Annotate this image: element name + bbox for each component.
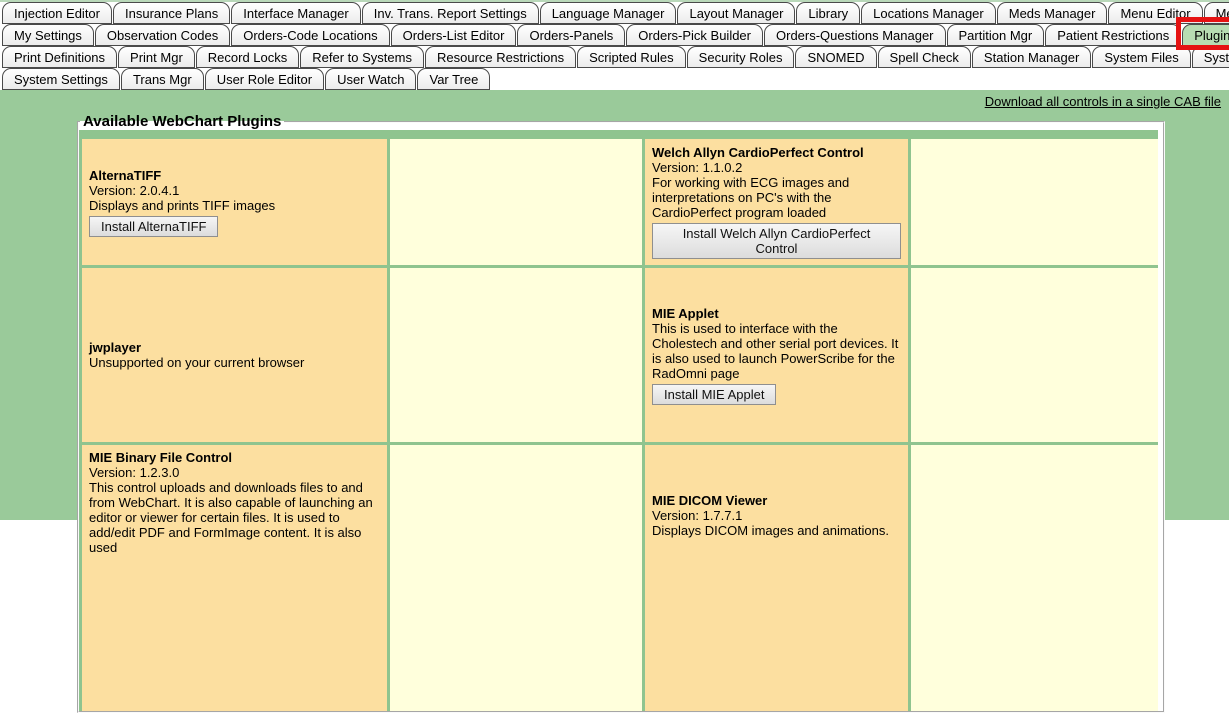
tab-orders-code-locations[interactable]: Orders-Code Locations bbox=[231, 24, 389, 46]
plugin-cell-mie-applet: MIE AppletThis is used to interface with… bbox=[645, 268, 908, 442]
content-area: Download all controls in a single CAB fi… bbox=[0, 90, 1229, 520]
tab-system-report[interactable]: System Report bbox=[1192, 46, 1229, 68]
empty-cell bbox=[390, 139, 642, 265]
plugins-legend: Available WebChart Plugins bbox=[80, 113, 284, 130]
tab-injection-editor[interactable]: Injection Editor bbox=[2, 2, 112, 24]
plugin-name: MIE Binary File Control bbox=[89, 450, 380, 465]
tab-layout-manager[interactable]: Layout Manager bbox=[677, 2, 795, 24]
install-button-welch-allyn-cardioperfect-control[interactable]: Install Welch Allyn CardioPerfect Contro… bbox=[652, 223, 901, 259]
plugin-cell-welch-allyn-cardioperfect-control: Welch Allyn CardioPerfect ControlVersion… bbox=[645, 139, 908, 265]
tab-user-watch[interactable]: User Watch bbox=[325, 68, 416, 90]
empty-cell bbox=[911, 268, 1158, 442]
tab-bar: Injection EditorInsurance PlansInterface… bbox=[0, 2, 1229, 90]
tab-scripted-rules[interactable]: Scripted Rules bbox=[577, 46, 686, 68]
plugin-name: jwplayer bbox=[89, 340, 380, 355]
plugin-name: MIE Applet bbox=[652, 306, 901, 321]
tab-orders-panels[interactable]: Orders-Panels bbox=[517, 24, 625, 46]
plugin-cell-mie-binary-file-control: MIE Binary File ControlVersion: 1.2.3.0T… bbox=[82, 445, 387, 713]
tab-snomed[interactable]: SNOMED bbox=[795, 46, 876, 68]
tab-row-3: Print DefinitionsPrint MgrRecord LocksRe… bbox=[2, 46, 1229, 68]
tab-resource-restrictions[interactable]: Resource Restrictions bbox=[425, 46, 576, 68]
tab-orders-questions-manager[interactable]: Orders-Questions Manager bbox=[764, 24, 946, 46]
tab-security-roles[interactable]: Security Roles bbox=[687, 46, 795, 68]
plugin-name: AlternaTIFF bbox=[89, 168, 380, 183]
plugin-description: This is used to interface with the Chole… bbox=[652, 321, 901, 381]
tab-library[interactable]: Library bbox=[796, 2, 860, 24]
plugin-version: Version: 2.0.4.1 bbox=[89, 183, 380, 198]
plugin-description: Displays and prints TIFF images bbox=[89, 198, 380, 213]
plugins-grid: AlternaTIFFVersion: 2.0.4.1Displays and … bbox=[79, 130, 1158, 713]
tab-record-locks[interactable]: Record Locks bbox=[196, 46, 299, 68]
plugin-cell-jwplayer: jwplayerUnsupported on your current brow… bbox=[82, 268, 387, 442]
install-button-alternatiff[interactable]: Install AlternaTIFF bbox=[89, 216, 218, 237]
tab-insurance-plans[interactable]: Insurance Plans bbox=[113, 2, 230, 24]
tab-row-2: My SettingsObservation CodesOrders-Code … bbox=[2, 24, 1229, 46]
tab-orders-pick-builder[interactable]: Orders-Pick Builder bbox=[626, 24, 763, 46]
tab-system-files[interactable]: System Files bbox=[1092, 46, 1190, 68]
download-row: Download all controls in a single CAB fi… bbox=[0, 92, 1229, 112]
plugin-cell-alternatiff: AlternaTIFFVersion: 2.0.4.1Displays and … bbox=[82, 139, 387, 265]
tab-row-1: Injection EditorInsurance PlansInterface… bbox=[2, 2, 1229, 24]
tab-print-mgr[interactable]: Print Mgr bbox=[118, 46, 195, 68]
tab-print-definitions[interactable]: Print Definitions bbox=[2, 46, 117, 68]
plugin-name: Welch Allyn CardioPerfect Control bbox=[652, 145, 901, 160]
plugin-name: MIE DICOM Viewer bbox=[652, 493, 901, 508]
tab-refer-to-systems[interactable]: Refer to Systems bbox=[300, 46, 424, 68]
tab-menu-editor[interactable]: Menu Editor bbox=[1108, 2, 1202, 24]
tab-station-manager[interactable]: Station Manager bbox=[972, 46, 1091, 68]
tab-language-manager[interactable]: Language Manager bbox=[540, 2, 677, 24]
empty-cell bbox=[390, 445, 642, 713]
plugin-version: Version: 1.2.3.0 bbox=[89, 465, 380, 480]
tab-row-4: System SettingsTrans MgrUser Role Editor… bbox=[2, 68, 1229, 90]
tab-system-settings[interactable]: System Settings bbox=[2, 68, 120, 90]
plugin-description: Unsupported on your current browser bbox=[89, 355, 380, 370]
empty-cell bbox=[911, 139, 1158, 265]
plugin-version: Version: 1.7.7.1 bbox=[652, 508, 901, 523]
tab-my-settings[interactable]: My Settings bbox=[2, 24, 94, 46]
tab-partition-mgr[interactable]: Partition Mgr bbox=[947, 24, 1045, 46]
plugin-cell-mie-dicom-viewer: MIE DICOM ViewerVersion: 1.7.7.1Displays… bbox=[645, 445, 908, 713]
tab-locations-manager[interactable]: Locations Manager bbox=[861, 2, 996, 24]
tab-merge-manager[interactable]: Merge Manager bbox=[1204, 2, 1229, 24]
plugin-description: This control uploads and downloads files… bbox=[89, 480, 380, 555]
tab-meds-manager[interactable]: Meds Manager bbox=[997, 2, 1108, 24]
tab-spell-check[interactable]: Spell Check bbox=[878, 46, 971, 68]
tab-orders-list-editor[interactable]: Orders-List Editor bbox=[391, 24, 517, 46]
plugin-version: Version: 1.1.0.2 bbox=[652, 160, 901, 175]
tab-inv-trans-report-settings[interactable]: Inv. Trans. Report Settings bbox=[362, 2, 539, 24]
empty-cell bbox=[911, 445, 1158, 713]
download-cab-link[interactable]: Download all controls in a single CAB fi… bbox=[985, 94, 1221, 109]
tab-var-tree[interactable]: Var Tree bbox=[417, 68, 490, 90]
tab-trans-mgr[interactable]: Trans Mgr bbox=[121, 68, 204, 90]
empty-cell bbox=[390, 268, 642, 442]
plugin-description: Displays DICOM images and animations. bbox=[652, 523, 901, 538]
install-button-mie-applet[interactable]: Install MIE Applet bbox=[652, 384, 776, 405]
tab-plugins[interactable]: Plugins bbox=[1182, 24, 1229, 46]
tab-observation-codes[interactable]: Observation Codes bbox=[95, 24, 230, 46]
tab-patient-restrictions[interactable]: Patient Restrictions bbox=[1045, 24, 1181, 46]
plugin-description: For working with ECG images and interpre… bbox=[652, 175, 901, 220]
tab-user-role-editor[interactable]: User Role Editor bbox=[205, 68, 324, 90]
available-plugins-fieldset: Available WebChart Plugins AlternaTIFFVe… bbox=[77, 113, 1165, 713]
tab-interface-manager[interactable]: Interface Manager bbox=[231, 2, 361, 24]
